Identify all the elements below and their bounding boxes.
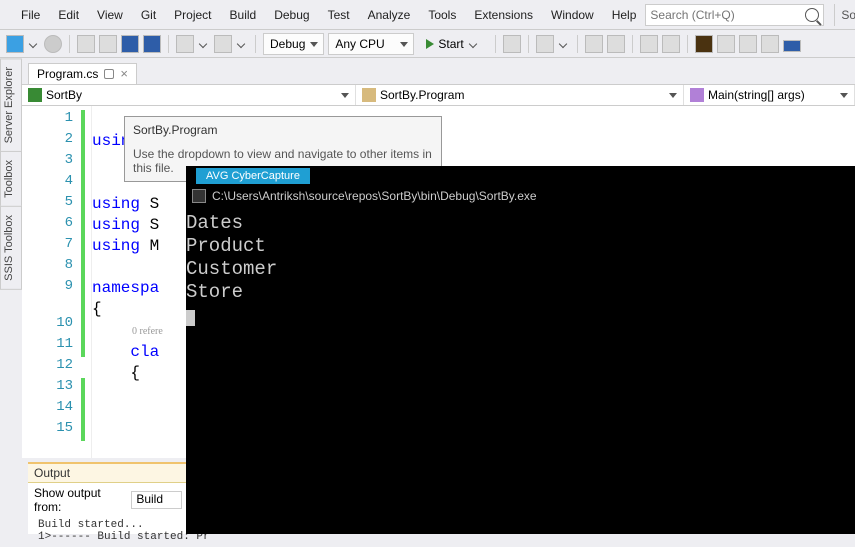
- side-tab-ssis-toolbox[interactable]: SSIS Toolbox: [0, 206, 22, 290]
- menu-edit[interactable]: Edit: [49, 4, 88, 26]
- toolbar-icon[interactable]: [640, 35, 658, 53]
- separator: [528, 35, 529, 53]
- menu-file[interactable]: File: [12, 4, 49, 26]
- start-label: Start: [438, 37, 463, 51]
- toolbar-icon[interactable]: [607, 35, 625, 53]
- start-button[interactable]: Start: [418, 33, 487, 55]
- avg-capture-tag: AVG CyberCapture: [196, 168, 310, 184]
- menu-help[interactable]: Help: [603, 4, 646, 26]
- tab-label: Program.cs: [37, 67, 98, 81]
- toolbar-icon[interactable]: [536, 35, 554, 53]
- menu-extensions[interactable]: Extensions: [465, 4, 542, 26]
- chevron-down-icon: [468, 39, 476, 47]
- search-input[interactable]: [650, 8, 805, 22]
- forward-nav-icon[interactable]: [44, 35, 62, 53]
- menu-project[interactable]: Project: [165, 4, 220, 26]
- nav-scope-label: SortBy: [46, 88, 82, 102]
- separator: [69, 35, 70, 53]
- config-label: Debug: [270, 37, 305, 51]
- code-lens[interactable]: 0 refere: [92, 326, 163, 337]
- cmd-icon: [192, 189, 206, 203]
- nav-method-dropdown[interactable]: Main(string[] args): [684, 85, 855, 105]
- menu-view[interactable]: View: [88, 4, 132, 26]
- platform-dropdown[interactable]: Any CPU: [328, 33, 414, 55]
- chevron-down-icon[interactable]: [237, 39, 245, 47]
- side-tab-server-explorer[interactable]: Server Explorer: [0, 58, 22, 152]
- save-icon[interactable]: [121, 35, 139, 53]
- doc-tab-row: Program.cs ×: [22, 58, 855, 84]
- toolbar-icon[interactable]: [662, 35, 680, 53]
- menu-window[interactable]: Window: [542, 4, 603, 26]
- menu-build[interactable]: Build: [221, 4, 266, 26]
- nav-class-label: SortBy.Program: [380, 88, 464, 102]
- nav-scope-dropdown[interactable]: SortBy: [22, 85, 356, 105]
- console-line: Dates: [186, 212, 855, 235]
- chevron-down-icon[interactable]: [199, 39, 207, 47]
- doc-tab-program[interactable]: Program.cs ×: [28, 63, 137, 84]
- output-title: Output: [28, 464, 188, 483]
- nav-bar: SortBy SortBy.Program Main(string[] args…: [22, 84, 855, 106]
- console-line: Store: [186, 281, 243, 303]
- separator: [577, 35, 578, 53]
- save-all-icon[interactable]: [143, 35, 161, 53]
- toolbar-icon[interactable]: [783, 40, 801, 52]
- search-icon: [805, 8, 819, 22]
- output-panel: Output Show output from: Build Build sta…: [28, 462, 188, 534]
- tooltip-title: SortBy.Program: [133, 123, 433, 137]
- play-icon: [426, 39, 434, 49]
- toolbar-icon[interactable]: [761, 35, 779, 53]
- output-from-label: Show output from:: [34, 486, 126, 514]
- console-path: C:\Users\Antriksh\source\repos\SortBy\bi…: [212, 189, 537, 203]
- solution-name-trunc: Sort: [834, 4, 855, 26]
- console-window[interactable]: C:\Users\Antriksh\source\repos\SortBy\bi…: [186, 166, 855, 534]
- separator: [632, 35, 633, 53]
- open-file-icon[interactable]: [99, 35, 117, 53]
- new-project-icon[interactable]: [77, 35, 95, 53]
- output-text: Build started... 1>------ Build started:…: [28, 517, 188, 545]
- csharp-icon: [28, 88, 42, 102]
- separator: [168, 35, 169, 53]
- back-nav-icon[interactable]: [6, 35, 24, 53]
- nav-method-label: Main(string[] args): [708, 88, 805, 102]
- close-icon[interactable]: ×: [120, 69, 128, 79]
- undo-icon[interactable]: [176, 35, 194, 53]
- side-tab-toolbox[interactable]: Toolbox: [0, 151, 22, 207]
- separator: [687, 35, 688, 53]
- toolbar-icon[interactable]: [585, 35, 603, 53]
- menu-analyze[interactable]: Analyze: [359, 4, 420, 26]
- cursor-icon: [186, 310, 195, 326]
- redo-icon[interactable]: [214, 35, 232, 53]
- pin-icon[interactable]: [104, 69, 114, 79]
- method-icon: [690, 88, 704, 102]
- console-line: Customer: [186, 258, 855, 281]
- class-icon: [362, 88, 376, 102]
- console-titlebar[interactable]: C:\Users\Antriksh\source\repos\SortBy\bi…: [186, 184, 855, 208]
- output-source-dropdown[interactable]: Build: [131, 491, 182, 509]
- console-output: Dates Product Customer Store: [186, 208, 855, 331]
- config-dropdown[interactable]: Debug: [263, 33, 324, 55]
- menu-tools[interactable]: Tools: [419, 4, 465, 26]
- search-box[interactable]: [645, 4, 824, 26]
- toolbar-icon[interactable]: [503, 35, 521, 53]
- toolbar-icon[interactable]: [717, 35, 735, 53]
- separator: [495, 35, 496, 53]
- toolbar: Debug Any CPU Start: [0, 30, 855, 58]
- console-line: Product: [186, 235, 855, 258]
- sidebar-tabs: Server Explorer Toolbox SSIS Toolbox: [0, 58, 22, 289]
- line-gutter: 123456789101112131415: [22, 106, 92, 458]
- chevron-down-icon[interactable]: [558, 39, 566, 47]
- menubar: File Edit View Git Project Build Debug T…: [0, 0, 855, 30]
- nav-class-dropdown[interactable]: SortBy.Program: [356, 85, 684, 105]
- menu-debug[interactable]: Debug: [265, 4, 318, 26]
- menu-git[interactable]: Git: [132, 4, 165, 26]
- separator: [255, 35, 256, 53]
- toolbar-icon[interactable]: [739, 35, 757, 53]
- chevron-down-icon[interactable]: [29, 39, 37, 47]
- toolbar-icon[interactable]: [695, 35, 713, 53]
- platform-label: Any CPU: [335, 37, 384, 51]
- menu-test[interactable]: Test: [319, 4, 359, 26]
